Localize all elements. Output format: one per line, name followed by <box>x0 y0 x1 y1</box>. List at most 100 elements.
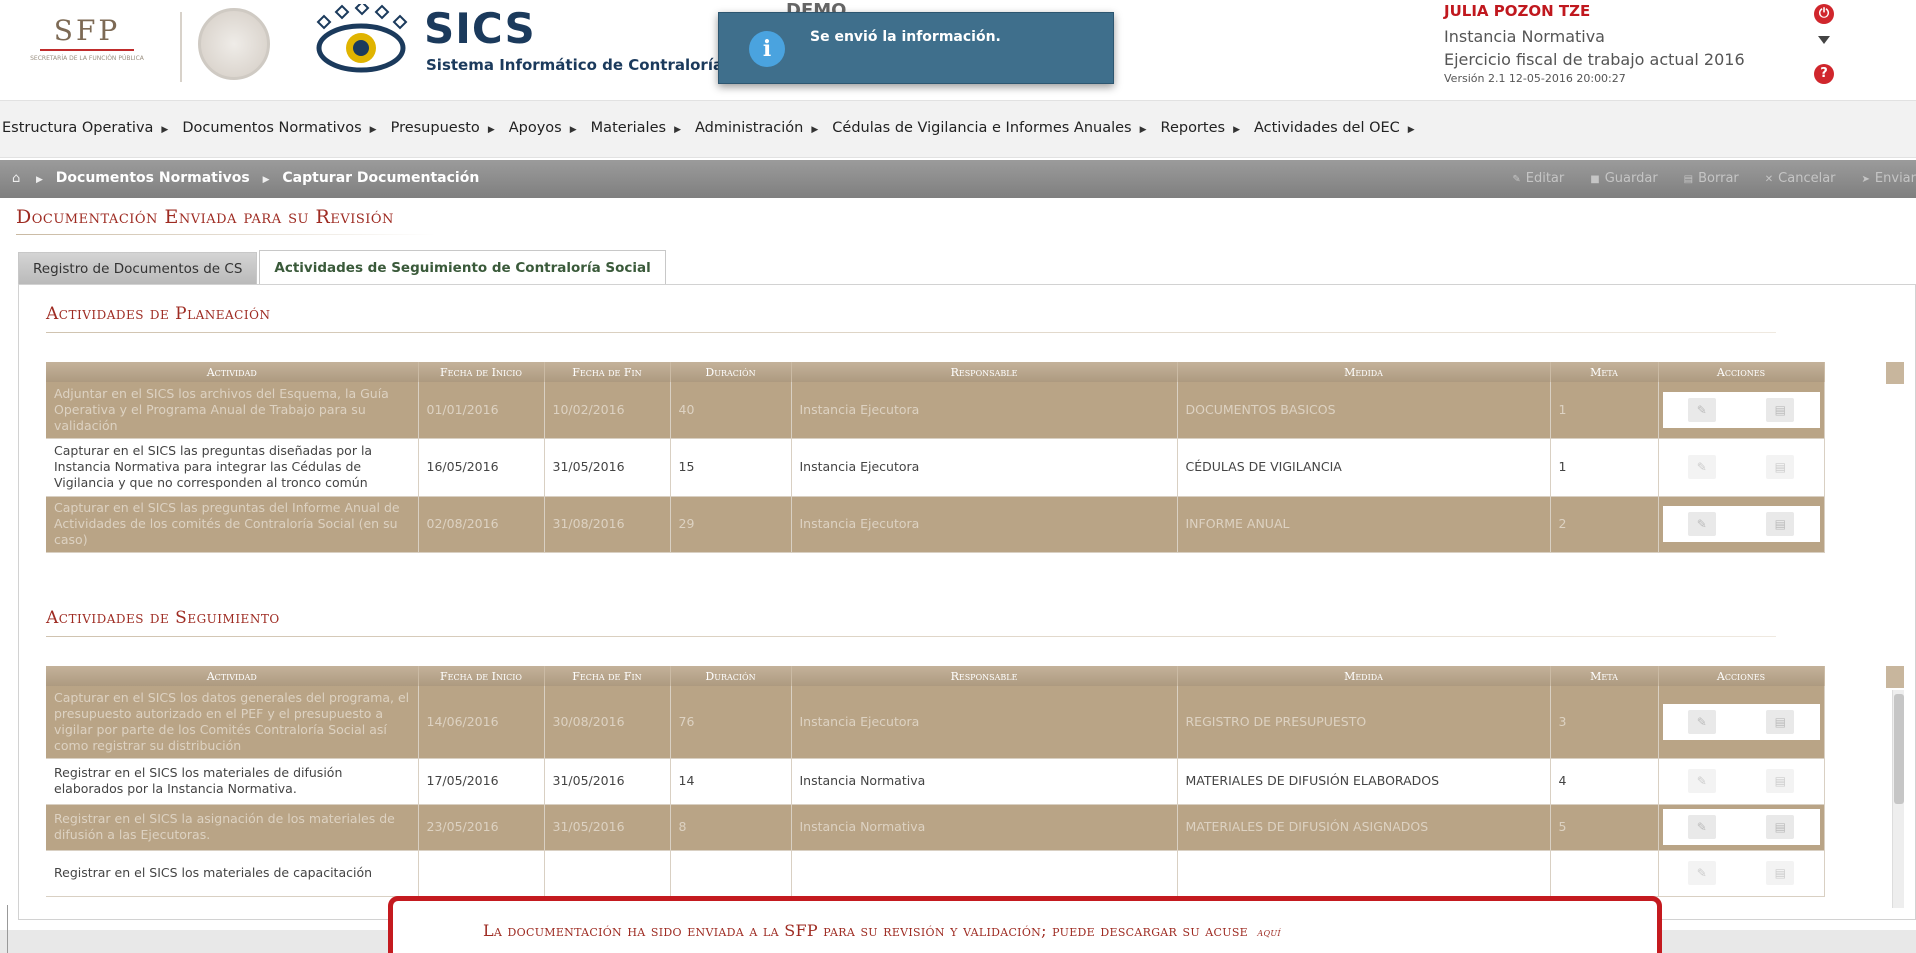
download-acuse-link[interactable]: aquí <box>1257 926 1280 939</box>
col-header-meta[interactable]: Meta <box>1550 362 1659 382</box>
cell-medida: MATERIALES DE DIFUSIÓN ASIGNADOS <box>1177 804 1551 851</box>
version-info: Versión 2.1 12-05-2016 20:00:27 <box>1444 72 1626 85</box>
seguimiento-scrollbar[interactable] <box>1892 690 1904 908</box>
user-name: JULIA POZON TZE <box>1444 2 1591 20</box>
col-header-actividad[interactable]: Actividad <box>46 666 419 686</box>
cell-meta: 2 <box>1550 496 1659 553</box>
cancel-label: Cancelar <box>1778 171 1836 186</box>
cell-responsable: Instancia Ejecutora <box>791 496 1178 553</box>
table-row[interactable]: Capturar en el SICS las preguntas del In… <box>46 496 1904 553</box>
cell-spacer <box>1824 496 1904 552</box>
menu-label: Actividades del OEC <box>1253 120 1400 136</box>
delete-row-icon[interactable]: ▤ <box>1766 512 1795 536</box>
edit-row-icon[interactable]: ✎ <box>1687 861 1716 885</box>
tab-actividades-seguimiento[interactable]: Actividades de Seguimiento de Contralorí… <box>259 250 666 284</box>
delete-button[interactable]: ▤ Borrar <box>1684 171 1739 186</box>
menu-cedulas-vigilancia[interactable]: Cédulas de Vigilancia e Informes Anuales… <box>832 120 1146 136</box>
table-row[interactable]: Capturar en el SICS las preguntas diseña… <box>46 438 1904 497</box>
power-icon[interactable]: ⏻ <box>1814 4 1834 24</box>
cancel-button[interactable]: ✕ Cancelar <box>1765 171 1836 186</box>
fiscal-year-value: 2016 <box>1703 50 1745 69</box>
national-seal-logo <box>198 8 270 80</box>
cell-fecha-inicio: 23/05/2016 <box>418 804 545 851</box>
cell-fecha-inicio: 02/08/2016 <box>418 496 545 553</box>
edit-row-icon[interactable]: ✎ <box>1687 769 1716 793</box>
col-header-responsable[interactable]: Responsable <box>791 666 1178 686</box>
tab-registro-documentos[interactable]: Registro de Documentos de CS <box>18 252 258 284</box>
cell-medida: DOCUMENTOS BASICOS <box>1177 382 1551 439</box>
planeacion-table: Actividad Fecha de Inicio Fecha de Fin D… <box>46 362 1904 553</box>
scrollbar-thumb[interactable] <box>1894 694 1904 804</box>
edit-row-icon[interactable]: ✎ <box>1687 455 1716 479</box>
table-header-row: Actividad Fecha de Inicio Fecha de Fin D… <box>46 666 1904 686</box>
fiscal-year: Ejercicio fiscal de trabajo actual 2016 <box>1444 50 1745 69</box>
edit-button[interactable]: ✎ Editar <box>1512 171 1564 186</box>
cell-acciones: ✎ ▤ <box>1658 804 1825 851</box>
col-header-duracion[interactable]: Duración <box>670 666 792 686</box>
menu-estructura-operativa[interactable]: Estructura Operativa ▶ <box>2 120 168 136</box>
cell-responsable: Instancia Ejecutora <box>791 686 1178 759</box>
menu-administracion[interactable]: Administración ▶ <box>695 120 818 136</box>
seguimiento-table-viewport[interactable]: Actividad Fecha de Inicio Fecha de Fin D… <box>46 666 1904 908</box>
col-header-medida[interactable]: Medida <box>1177 362 1551 382</box>
cell-acciones: ✎ ▤ <box>1658 438 1825 497</box>
window-edge <box>0 905 8 953</box>
cell-acciones: ✎ ▤ <box>1658 496 1825 553</box>
col-header-medida[interactable]: Medida <box>1177 666 1551 686</box>
send-button[interactable]: ➤ Enviar <box>1862 171 1916 186</box>
cell-acciones: ✎ ▤ <box>1658 382 1825 439</box>
menu-label: Estructura Operativa <box>2 120 154 136</box>
menu-apoyos[interactable]: Apoyos ▶ <box>509 120 577 136</box>
delete-row-icon[interactable]: ▤ <box>1766 861 1795 885</box>
table-row[interactable]: Adjuntar en el SICS los archivos del Esq… <box>46 382 1904 439</box>
edit-row-icon[interactable]: ✎ <box>1687 397 1716 422</box>
col-header-responsable[interactable]: Responsable <box>791 362 1178 382</box>
help-icon[interactable]: ? <box>1814 64 1834 84</box>
col-header-fecha-inicio[interactable]: Fecha de Inicio <box>418 362 545 382</box>
delete-row-icon[interactable]: ▤ <box>1766 397 1795 422</box>
menu-reportes[interactable]: Reportes ▶ <box>1161 120 1240 136</box>
menu-actividades-oec[interactable]: Actividades del OEC ▶ <box>1254 120 1415 136</box>
edit-row-icon[interactable]: ✎ <box>1687 815 1716 839</box>
edit-row-icon[interactable]: ✎ <box>1687 709 1716 734</box>
col-header-fecha-inicio[interactable]: Fecha de Inicio <box>418 666 545 686</box>
menu-materiales[interactable]: Materiales ▶ <box>591 120 681 136</box>
col-header-meta[interactable]: Meta <box>1550 666 1659 686</box>
col-header-actividad[interactable]: Actividad <box>46 362 419 382</box>
menu-label: Cédulas de Vigilancia e Informes Anuales <box>832 120 1132 136</box>
cell-medida: INFORME ANUAL <box>1177 496 1551 553</box>
menu-documentos-normativos[interactable]: Documentos Normativos ▶ <box>182 120 376 136</box>
delete-row-icon[interactable]: ▤ <box>1766 455 1795 479</box>
table-row[interactable]: Registrar en el SICS la asignación de lo… <box>46 804 1904 851</box>
caret-right-icon: ▶ <box>369 125 377 135</box>
confirmation-banner: La documentación ha sido enviada a la SF… <box>388 896 1662 953</box>
cell-spacer <box>1824 382 1904 438</box>
breadcrumb-item[interactable]: Documentos Normativos <box>56 170 250 186</box>
sics-eye-logo <box>316 4 408 73</box>
table-row[interactable]: Capturar en el SICS los datos generales … <box>46 686 1904 759</box>
cell-meta: 1 <box>1550 382 1659 439</box>
notification-popup[interactable]: i Se envió la información. <box>718 12 1114 84</box>
table-row[interactable]: Registrar en el SICS los materiales de d… <box>46 758 1904 805</box>
cell-duracion <box>670 850 792 897</box>
save-button[interactable]: ■ Guardar <box>1590 171 1657 186</box>
col-header-fecha-fin[interactable]: Fecha de Fin <box>544 666 671 686</box>
table-row[interactable]: Registrar en el SICS los materiales de c… <box>46 850 1904 897</box>
home-icon[interactable]: ⌂ <box>12 171 20 186</box>
edit-row-icon[interactable]: ✎ <box>1687 512 1716 536</box>
col-header-fecha-fin[interactable]: Fecha de Fin <box>544 362 671 382</box>
cell-fecha-fin: 31/08/2016 <box>544 496 671 553</box>
menu-presupuesto[interactable]: Presupuesto ▶ <box>391 120 495 136</box>
divider <box>46 636 1776 637</box>
delete-row-icon[interactable]: ▤ <box>1766 815 1795 839</box>
delete-row-icon[interactable]: ▤ <box>1766 709 1795 734</box>
cell-actividad: Registrar en el SICS los materiales de c… <box>46 850 419 897</box>
caret-right-icon: ▶ <box>674 125 681 135</box>
cell-fecha-inicio: 16/05/2016 <box>418 438 545 497</box>
app-header: SFP SECRETARÍA DE LA FUNCIÓN PÚBLICA SIC… <box>0 0 1916 98</box>
delete-row-icon[interactable]: ▤ <box>1766 769 1795 793</box>
user-menu-dropdown-icon[interactable] <box>1818 36 1830 44</box>
cell-medida <box>1177 850 1551 897</box>
cell-acciones: ✎ ▤ <box>1658 758 1825 805</box>
col-header-duracion[interactable]: Duración <box>670 362 792 382</box>
